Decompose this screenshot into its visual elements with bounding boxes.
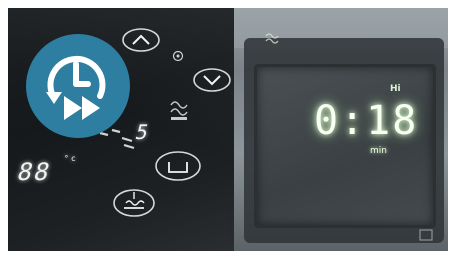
lcd-window: [254, 64, 436, 228]
timer-unit: min: [370, 146, 387, 156]
select-button[interactable]: [155, 151, 201, 181]
oven-display-photo: Hi 0:18 min: [234, 8, 448, 251]
temperature-unit: °c: [64, 154, 78, 163]
photo-frame: 88 °c 5 Hi 0:18 min: [8, 8, 448, 251]
heat-level-label: Hi: [390, 84, 401, 94]
fan-mode-icon: [170, 101, 188, 120]
fast-preheat-badge: [26, 34, 130, 138]
down-arrow-button[interactable]: [193, 68, 231, 92]
timer-readout: 0:18: [314, 98, 419, 144]
indicator-dot: [172, 50, 184, 62]
temperature-readout: 88: [14, 158, 55, 186]
bake-mode-button[interactable]: [113, 189, 155, 217]
clock-fast-forward-icon: [46, 55, 106, 120]
